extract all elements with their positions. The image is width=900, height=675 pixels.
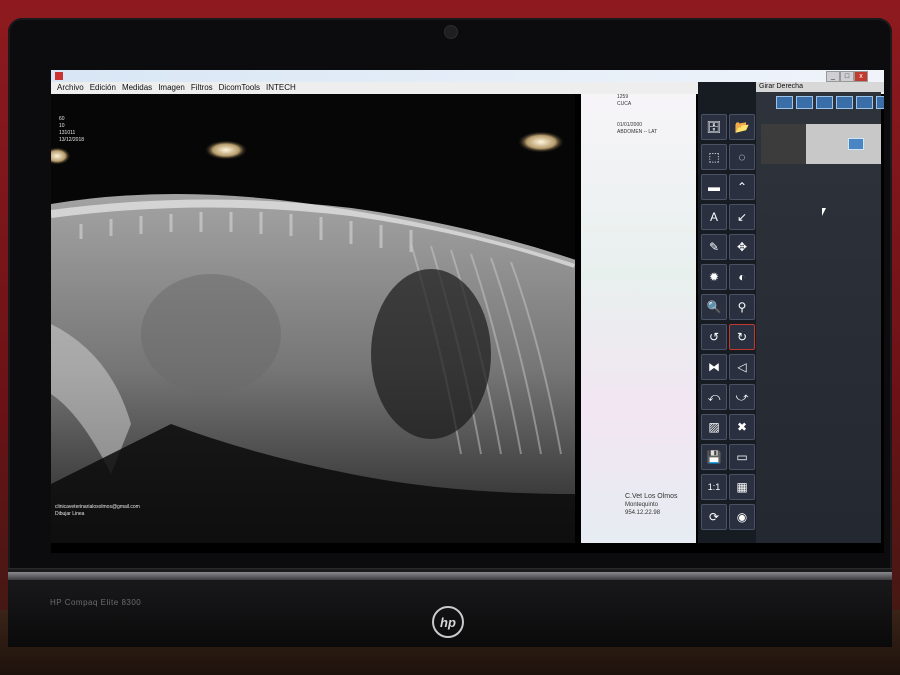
overlay-top-left: 60 10 131011 13/12/2018 [59,116,84,144]
zoom-icon[interactable]: 🔍 [701,294,727,320]
redo-icon[interactable]: ⤻ [729,384,755,410]
overlay-bottom-left: clinicaveterinarialosolmos@gmail.com Dib… [55,504,140,518]
text-tool-icon[interactable]: A [701,204,727,230]
xray-image [51,94,575,543]
overlay-line: 13/12/2018 [59,137,85,143]
refresh-icon[interactable]: ⟳ [701,504,727,530]
series-thumbnail[interactable] [761,124,806,164]
menu-edicion[interactable]: Edición [90,82,116,94]
menu-filtros[interactable]: Filtros [191,82,213,94]
app-icon [55,72,63,80]
lens-icon[interactable]: ⚲ [729,294,755,320]
mouse-cursor-icon [822,208,826,216]
folder-db-icon[interactable]: 🗄 [701,114,727,140]
overlay-line: 10 [59,123,65,129]
screen: _ □ x Archivo Edición Medidas Imagen Fil… [51,70,884,553]
invert-icon[interactable]: ▨ [701,414,727,440]
overlay-line: 131011 [59,130,76,136]
menu-imagen[interactable]: Imagen [158,82,185,94]
save-icon[interactable]: 💾 [701,444,727,470]
hp-logo: hp [432,606,464,638]
close-button[interactable]: x [854,71,868,82]
rotate-left-icon[interactable]: ↺ [701,324,727,350]
info-panel: 1259 CUCA 01/01/2000 ABDOMEN -- LAT C.Ve… [581,94,696,543]
layout-2x1-button[interactable] [816,96,833,109]
patient-info: 1259 CUCA [617,94,631,108]
menu-medidas[interactable]: Medidas [122,82,152,94]
menu-intech[interactable]: INTECH [266,82,296,94]
clinic-info: C.Vet Los Olmos Montequinto 954.12.22.98 [625,493,678,517]
layout-3x3-button[interactable] [876,96,884,109]
clinic-town: Montequinto [625,502,659,508]
layout-2x3-button[interactable] [856,96,873,109]
patient-id: 1259 [617,94,629,100]
tooltip-header: Girar Derecha [756,82,884,92]
clinic-name: C.Vet Los Olmos [625,493,678,500]
menu-dicomtools[interactable]: DicomTools [219,82,260,94]
burn-disc-icon[interactable]: ◉ [729,504,755,530]
layout-1x1-button[interactable] [776,96,793,109]
angle-icon[interactable]: ⌃ [729,174,755,200]
bezel-trim [8,572,892,580]
line-measure-icon[interactable]: ▬ [701,174,727,200]
zoom-1to1-icon[interactable]: 1:1 [701,474,727,500]
layout-selector [776,96,884,109]
overlay-line: 60 [59,116,65,122]
undo-icon[interactable]: ⤺ [701,384,727,410]
xray-viewer[interactable]: 60 10 131011 13/12/2018 clinicaveterinar… [51,94,575,543]
flip-horizontal-icon[interactable]: ⧓ [701,354,727,380]
eraser-icon[interactable]: ✎ [701,234,727,260]
right-panel: Girar Derecha [756,82,884,543]
open-folder-icon[interactable]: 📂 [729,114,755,140]
study-date: 01/01/2000 [617,122,643,128]
overlay-email: clinicaveterinarialosolmos@gmail.com [55,504,140,510]
patient-name: CUCA [617,101,632,107]
minimize-button[interactable]: _ [826,71,840,82]
pan-icon[interactable]: ✥ [729,234,755,260]
webcam [444,25,458,39]
brightness-icon[interactable]: ✹ [701,264,727,290]
arrow-tool-icon[interactable]: ↙ [729,204,755,230]
model-label: HP Compaq Elite 8300 [50,598,142,607]
ellipse-select-icon[interactable]: ◌ [729,144,755,170]
grid-icon[interactable]: ▦ [729,474,755,500]
maximize-button[interactable]: □ [840,71,854,82]
export-icon[interactable]: ▭ [729,444,755,470]
clinic-phone: 954.12.22.98 [625,510,661,516]
title-bar: _ □ x [51,70,884,82]
menu-archivo[interactable]: Archivo [57,82,84,94]
layout-2x2-button[interactable] [836,96,853,109]
rect-select-icon[interactable]: ⬚ [701,144,727,170]
overlay-status: Dibujar Linea [55,511,85,517]
study-description: ABDOMEN -- LAT [617,129,658,135]
toolbox: 🗄 📂 ⬚ ◌ ▬ ⌃ A ↙ ✎ ✥ ✹ ◐ 🔍 ⚲ ↺ ↻ ⧓ ◁ ⤺ ⤻ … [698,82,756,543]
delete-icon[interactable]: ✖ [729,414,755,440]
contrast-icon[interactable]: ◐ [729,264,755,290]
rotate-right-icon[interactable]: ↻ [729,324,755,350]
preview-window-icon [848,138,864,150]
preview-area [806,124,881,164]
study-info: 01/01/2000 ABDOMEN -- LAT [617,122,657,136]
layout-1x2-button[interactable] [796,96,813,109]
flip-vertical-icon[interactable]: ◁ [729,354,755,380]
screen-bottom-strip [51,543,884,553]
